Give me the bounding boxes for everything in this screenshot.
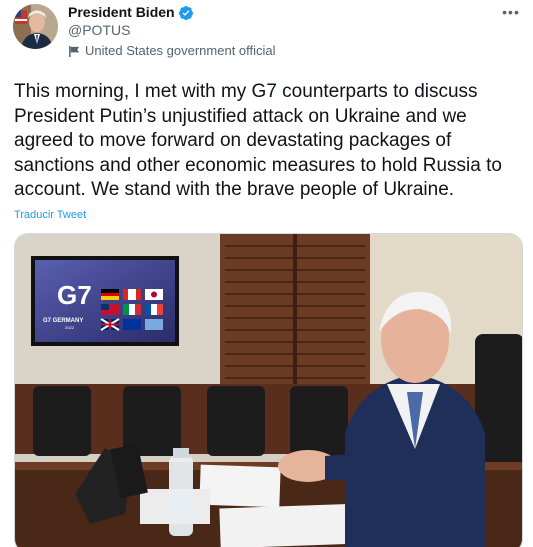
screen-caption: G7 GERMANY (43, 318, 83, 324)
translate-tweet-link[interactable]: Traducir Tweet (14, 209, 86, 222)
handle[interactable]: @POTUS (68, 22, 130, 39)
tweet-text: This morning, I met with my G7 counterpa… (14, 81, 502, 200)
more-options-button[interactable]: ••• (499, 2, 523, 22)
flag-icon (69, 45, 80, 57)
screen-logo: G7 (57, 280, 92, 310)
verified-badge-icon (178, 5, 193, 20)
g7-flags (100, 289, 163, 331)
government-label: United States government official (68, 43, 276, 59)
government-label-text: United States government official (85, 43, 276, 58)
screen-year: 2022 (65, 325, 75, 330)
avatar[interactable] (13, 4, 58, 49)
display-name[interactable]: President Biden (68, 4, 175, 21)
tweet-photo[interactable]: G7 G7 GERMANY 2022 (14, 233, 523, 547)
more-horizontal-icon: ••• (502, 4, 520, 20)
